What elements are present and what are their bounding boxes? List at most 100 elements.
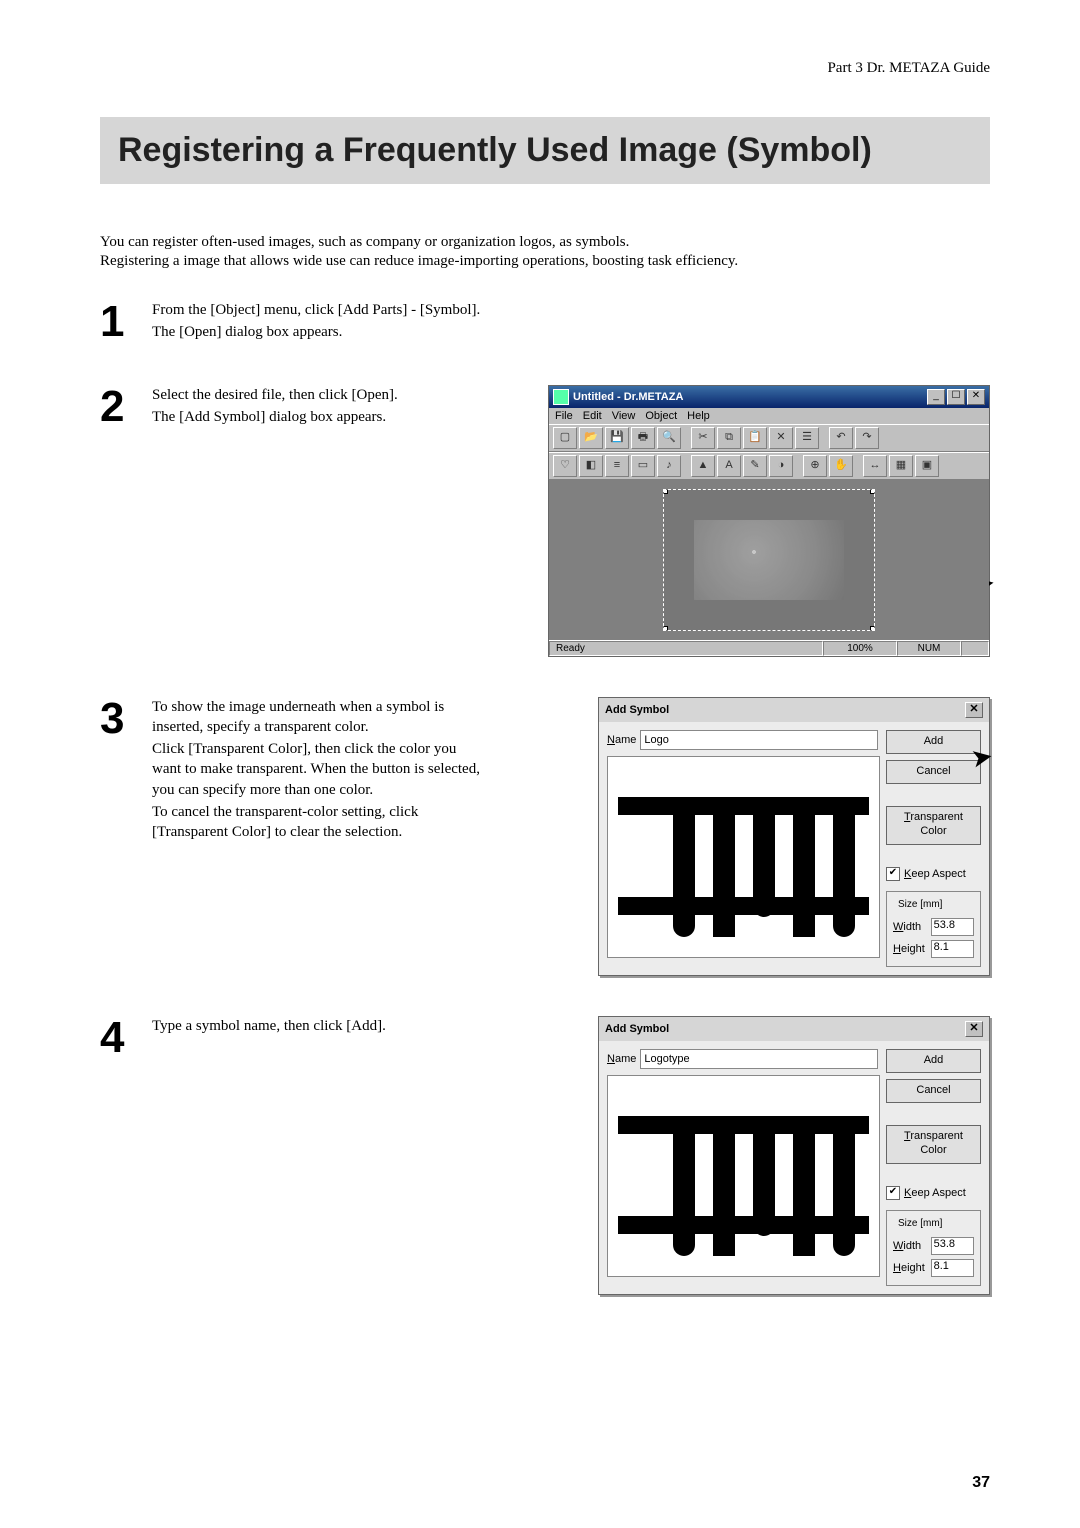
- undo-icon[interactable]: ↶: [829, 427, 853, 449]
- app-icon: [553, 389, 569, 405]
- eyedropper-icon[interactable]: ✎: [743, 455, 767, 477]
- width-label: Width: [893, 921, 927, 933]
- delete-icon[interactable]: ✕: [769, 427, 793, 449]
- fullscreen-icon[interactable]: ▣: [915, 455, 939, 477]
- height-label: Height: [893, 943, 927, 955]
- app-canvas[interactable]: [549, 480, 989, 640]
- step-1-text: From the [Object] menu, click [Add Parts…: [152, 300, 482, 345]
- app-toolbar-row-2: ♡ ◧ ≡ ▭ ♪ ▲ A ✎ ◑ ⊕ ✋ ↔: [549, 452, 989, 480]
- step-2: 2 Select the desired file, then click [O…: [100, 385, 990, 657]
- name-label: Name: [607, 1053, 636, 1065]
- fit-width-icon[interactable]: ↔: [863, 455, 887, 477]
- size-fieldset: Size [mm] Width 53.8 Height 8.1: [886, 891, 981, 967]
- height-field[interactable]: 8.1: [931, 940, 974, 958]
- fill-icon[interactable]: ◑: [769, 455, 793, 477]
- menu-object[interactable]: Object: [645, 410, 677, 422]
- close-icon[interactable]: ✕: [965, 702, 983, 718]
- add-symbol-dialog-step4: Add Symbol ✕ Name: [598, 1016, 990, 1295]
- step-3-line-1: To show the image underneath when a symb…: [152, 697, 482, 738]
- resize-handle[interactable]: [870, 489, 875, 494]
- close-button[interactable]: ✕: [967, 389, 985, 405]
- keep-aspect-checkbox[interactable]: ✔ Keep Aspect: [886, 867, 981, 881]
- menu-view[interactable]: View: [612, 410, 636, 422]
- placed-image[interactable]: [694, 520, 844, 600]
- save-icon[interactable]: 💾: [605, 427, 629, 449]
- print-icon[interactable]: 🖶: [631, 427, 655, 449]
- symbol-preview: [607, 1075, 880, 1277]
- name-label: Name: [607, 734, 636, 746]
- step-2-text: Select the desired file, then click [Ope…: [152, 385, 482, 430]
- maximize-button[interactable]: ☐: [947, 389, 965, 405]
- width-field[interactable]: 53.8: [931, 1237, 974, 1255]
- align-icon[interactable]: ≡: [605, 455, 629, 477]
- canvas-document[interactable]: [663, 489, 875, 631]
- height-label: Height: [893, 1262, 927, 1274]
- new-file-icon[interactable]: ▢: [553, 427, 577, 449]
- step-3-line-3: To cancel the transparent-color setting,…: [152, 802, 482, 843]
- size-legend: Size [mm]: [895, 1218, 945, 1229]
- transparent-color-button[interactable]: Transparent Color: [886, 806, 981, 845]
- redo-icon[interactable]: ↷: [855, 427, 879, 449]
- paste-icon[interactable]: 📋: [743, 427, 767, 449]
- name-field[interactable]: [640, 730, 878, 750]
- note-icon[interactable]: ♪: [657, 455, 681, 477]
- status-grip: [961, 641, 989, 656]
- step-4-line-1: Type a symbol name, then click [Add].: [152, 1016, 482, 1036]
- cut-icon[interactable]: ✂: [691, 427, 715, 449]
- grid-icon[interactable]: ▦: [889, 455, 913, 477]
- cursor-icon: ➤: [969, 740, 996, 774]
- pointer-icon[interactable]: ▲: [691, 455, 715, 477]
- app-toolbar-row-1: ▢ 📂 💾 🖶 🔍 ✂ ⧉ 📋 ✕ ☰ ↶ ↷: [549, 424, 989, 452]
- preview-icon[interactable]: 🔍: [657, 427, 681, 449]
- cancel-button[interactable]: Cancel: [886, 1079, 981, 1103]
- shape-heart-icon[interactable]: ♡: [553, 455, 577, 477]
- name-field[interactable]: [640, 1049, 878, 1069]
- step-2-number: 2: [100, 385, 140, 429]
- hand-icon[interactable]: ✋: [829, 455, 853, 477]
- checkbox-icon[interactable]: ✔: [886, 1186, 900, 1200]
- open-file-icon[interactable]: 📂: [579, 427, 603, 449]
- dialog-titlebar: Add Symbol ✕: [599, 698, 989, 722]
- step-1: 1 From the [Object] menu, click [Add Par…: [100, 300, 990, 345]
- status-num: NUM: [897, 641, 961, 656]
- checkbox-icon[interactable]: ✔: [886, 867, 900, 881]
- intro-text: You can register often-used images, such…: [100, 234, 990, 270]
- zoom-in-icon[interactable]: ⊕: [803, 455, 827, 477]
- add-symbol-dialog-step3: ➤ Add Symbol ✕ Name: [598, 697, 990, 976]
- copy-icon[interactable]: ⧉: [717, 427, 741, 449]
- status-ready: Ready: [549, 641, 823, 656]
- resize-handle[interactable]: [663, 489, 668, 494]
- height-field[interactable]: 8.1: [931, 1259, 974, 1277]
- step-3-text: To show the image underneath when a symb…: [152, 697, 482, 845]
- size-fieldset: Size [mm] Width 53.8 Height 8.1: [886, 1210, 981, 1286]
- add-button[interactable]: Add: [886, 730, 981, 754]
- page-title-band: Registering a Frequently Used Image (Sym…: [100, 117, 990, 184]
- resize-handle[interactable]: [870, 626, 875, 631]
- app-menubar: File Edit View Object Help: [549, 408, 989, 424]
- step-4: 4 Type a symbol name, then click [Add]. …: [100, 1016, 990, 1295]
- shape-tool-icon[interactable]: ◧: [579, 455, 603, 477]
- status-zoom: 100%: [823, 641, 897, 656]
- symbol-preview: [607, 756, 880, 958]
- dialog-title: Add Symbol: [605, 704, 965, 716]
- step-4-number: 4: [100, 1016, 140, 1060]
- keep-aspect-checkbox[interactable]: ✔ Keep Aspect: [886, 1186, 981, 1200]
- add-button[interactable]: Add: [886, 1049, 981, 1073]
- menu-edit[interactable]: Edit: [583, 410, 602, 422]
- text-tool-icon[interactable]: A: [717, 455, 741, 477]
- menu-file[interactable]: File: [555, 410, 573, 422]
- width-label: Width: [893, 1240, 927, 1252]
- menu-help[interactable]: Help: [687, 410, 710, 422]
- properties-icon[interactable]: ☰: [795, 427, 819, 449]
- close-icon[interactable]: ✕: [965, 1021, 983, 1037]
- transparent-color-button[interactable]: Transparent Color: [886, 1125, 981, 1164]
- minimize-button[interactable]: _: [927, 389, 945, 405]
- step-4-text: Type a symbol name, then click [Add].: [152, 1016, 482, 1038]
- cancel-button[interactable]: Cancel: [886, 760, 981, 784]
- step-1-number: 1: [100, 300, 140, 344]
- intro-line-2: Registering a image that allows wide use…: [100, 253, 990, 270]
- step-3: 3 To show the image underneath when a sy…: [100, 697, 990, 976]
- frame-icon[interactable]: ▭: [631, 455, 655, 477]
- width-field[interactable]: 53.8: [931, 918, 974, 936]
- resize-handle[interactable]: [663, 626, 668, 631]
